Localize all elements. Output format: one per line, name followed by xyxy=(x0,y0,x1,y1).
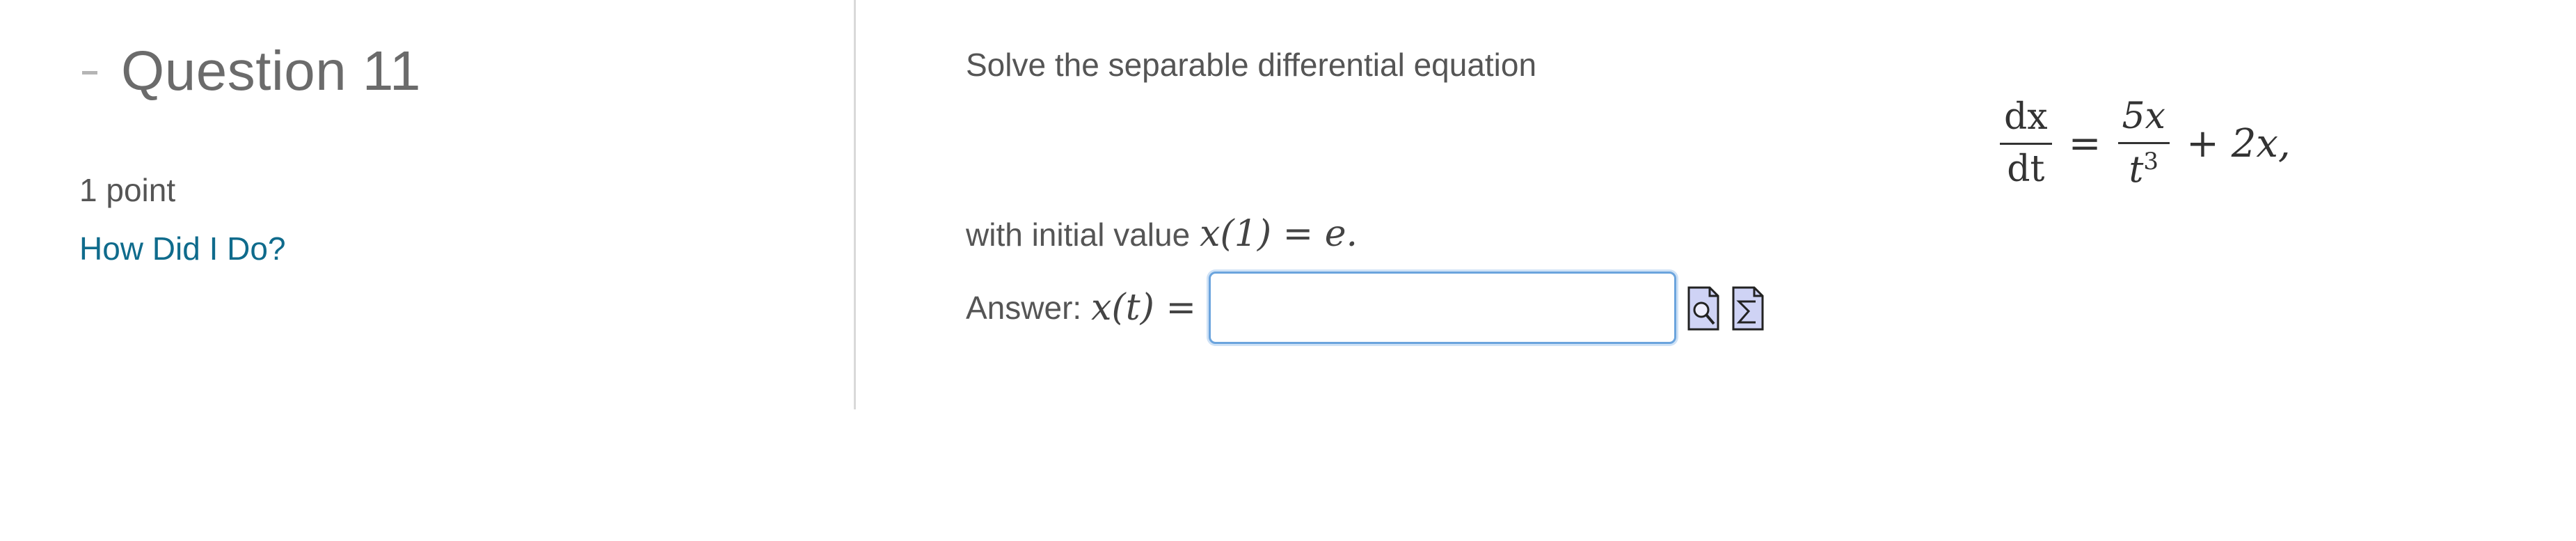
rhs-tail: + 2x, xyxy=(2186,120,2291,166)
initial-value-line: with initial value x(1) = e. xyxy=(966,213,1358,255)
collapse-icon[interactable] xyxy=(82,70,97,75)
answer-label: Answer: xyxy=(966,290,1082,326)
question-title: Question 11 xyxy=(121,40,421,102)
answer-math: x(t) = xyxy=(1091,287,1197,329)
initial-value-label: with initial value xyxy=(966,217,1191,253)
rhs-den-exponent: 3 xyxy=(2143,147,2159,175)
equation-editor-icon[interactable] xyxy=(1731,283,1765,332)
answer-input[interactable] xyxy=(1209,272,1677,344)
lhs-denominator: dt xyxy=(2007,148,2045,190)
question-header: Question 11 xyxy=(82,43,421,99)
rhs-numerator: 5x xyxy=(2122,95,2165,137)
initial-value-math: x(1) = e. xyxy=(1200,213,1358,255)
question-points: 1 point xyxy=(79,172,176,208)
question-info-panel: Question 11 1 point How Did I Do? xyxy=(0,0,854,409)
rhs-den-base: t xyxy=(2129,149,2144,191)
preview-icon[interactable] xyxy=(1686,283,1721,332)
problem-prompt: Solve the separable differential equatio… xyxy=(966,47,1537,83)
rhs-fraction: 5x t3 xyxy=(2117,95,2170,191)
differential-equation: dx dt = 5x t3 + 2x, xyxy=(1994,95,2302,191)
panel-divider xyxy=(854,0,856,409)
equals-sign: = xyxy=(2068,120,2101,166)
lhs-numerator: dx xyxy=(2004,96,2048,139)
fraction-bar xyxy=(2117,141,2170,144)
rhs-denominator: t3 xyxy=(2124,148,2163,191)
page: Question 11 1 point How Did I Do? Solve … xyxy=(0,0,2576,541)
fraction-bar xyxy=(2000,142,2052,145)
how-did-i-do-link[interactable]: How Did I Do? xyxy=(79,230,286,267)
answer-row: Answer: x(t) = xyxy=(966,272,1765,344)
lhs-fraction: dx dt xyxy=(2000,96,2052,191)
